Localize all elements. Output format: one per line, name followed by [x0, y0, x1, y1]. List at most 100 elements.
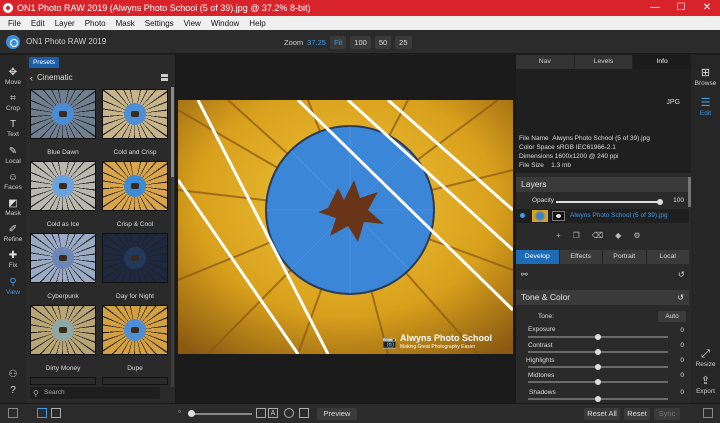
contrast-value[interactable]: 0	[668, 342, 684, 349]
account-button[interactable]: ⚇	[0, 369, 26, 381]
camera-settings-icon[interactable]: ⚯	[521, 270, 528, 279]
tab-info[interactable]: Info	[633, 55, 693, 69]
zoom-out-icon[interactable]: ▫	[178, 407, 181, 416]
delete-layer-icon[interactable]: ⌫	[592, 231, 603, 240]
help-button[interactable]: ?	[0, 385, 26, 397]
merge-layer-icon[interactable]: ◆	[615, 231, 621, 240]
duplicate-layer-icon[interactable]: ❐	[573, 231, 580, 240]
zoom-in-icon[interactable]	[256, 408, 266, 418]
auto-tone-button[interactable]: Auto	[658, 311, 686, 322]
module-export[interactable]: ⇪ Export	[691, 375, 720, 395]
on1-logo-icon[interactable]	[6, 34, 20, 49]
add-layer-icon[interactable]: +	[556, 231, 561, 240]
presets-tab[interactable]: Presets	[29, 57, 59, 68]
tab-effects[interactable]: Effects	[559, 250, 602, 264]
before-after-icon[interactable]	[299, 408, 309, 418]
maximize-button[interactable]: ☐	[668, 0, 694, 16]
tool-faces[interactable]: ☺ Faces	[0, 172, 26, 191]
slider-knob[interactable]	[595, 379, 601, 385]
presets-scrollbar[interactable]	[171, 87, 174, 387]
close-button[interactable]: ✕	[694, 0, 720, 16]
tone-color-header[interactable]: Tone & Color ↺	[516, 290, 689, 305]
menu-view[interactable]: View	[179, 19, 206, 28]
slider-knob[interactable]	[188, 410, 195, 417]
menu-edit[interactable]: Edit	[26, 19, 50, 28]
menu-file[interactable]: File	[3, 19, 26, 28]
contrast-slider[interactable]	[528, 349, 668, 355]
slider-knob[interactable]	[595, 349, 601, 355]
chevron-left-icon[interactable]: ‹	[30, 73, 33, 83]
sync-button[interactable]: Sync	[654, 408, 680, 420]
layer-settings-icon[interactable]: ⚙	[633, 231, 640, 240]
preset-thumb-cold-and-crisp[interactable]	[102, 89, 168, 139]
preset-thumb-day-for-night[interactable]	[102, 233, 168, 283]
preset-search-input[interactable]: ⚲ Search	[30, 387, 160, 399]
tool-text[interactable]: T Text	[0, 119, 26, 138]
zoom-fit-button[interactable]: Fit	[329, 36, 347, 49]
slider-knob[interactable]	[595, 364, 601, 370]
preview-button[interactable]: Preview	[317, 408, 357, 420]
image-canvas[interactable]: 📷 Alwyns Photo School Making Great Photo…	[176, 55, 515, 403]
layer-row[interactable]: Alwyns Photo School (5 of 39).jpg	[516, 209, 689, 223]
exposure-slider[interactable]	[528, 334, 668, 340]
tab-levels[interactable]: Levels	[575, 55, 634, 69]
module-browse[interactable]: ⊞ Browse	[691, 67, 720, 87]
menu-mask[interactable]: Mask	[111, 19, 140, 28]
midtones-slider[interactable]	[528, 379, 668, 385]
module-resize[interactable]: ⤢ Resize	[691, 348, 720, 368]
single-view-icon[interactable]	[37, 408, 47, 418]
midtones-value[interactable]: 0	[668, 372, 684, 379]
shadows-value[interactable]: 0	[668, 389, 684, 396]
tab-develop[interactable]: Develop	[516, 250, 559, 264]
opacity-slider[interactable]	[556, 199, 663, 205]
layers-header[interactable]: Layers	[516, 177, 689, 192]
develop-reset-icon[interactable]: ↺	[678, 270, 685, 279]
highlights-value[interactable]: 0	[668, 357, 684, 364]
exposure-value[interactable]: 0	[668, 327, 684, 334]
preset-thumb-cyberpunk[interactable]	[30, 233, 96, 283]
minimize-button[interactable]: —	[642, 0, 668, 16]
reset-all-button[interactable]: Reset All	[584, 408, 620, 420]
zoom-100-button[interactable]: 100	[350, 36, 371, 49]
menu-window[interactable]: Window	[206, 19, 244, 28]
menu-layer[interactable]: Layer	[50, 19, 80, 28]
opacity-value[interactable]: 100	[668, 197, 684, 204]
zoom-value[interactable]: 37.25	[307, 38, 326, 47]
opacity-knob[interactable]	[657, 199, 663, 205]
layer-visibility-icon[interactable]	[520, 213, 525, 218]
tool-view[interactable]: ⚲ View	[0, 277, 26, 296]
alert-overlay-icon[interactable]: A	[268, 408, 278, 418]
mask-view-icon[interactable]	[284, 408, 294, 418]
compare-view-icon[interactable]	[51, 408, 61, 418]
toggle-left-panel-icon[interactable]	[8, 408, 18, 418]
tool-crop[interactable]: ⌗ Crop	[0, 93, 26, 112]
layer-mask-icon[interactable]	[552, 211, 565, 221]
thumbnail-size-slider[interactable]	[188, 410, 252, 417]
tool-local[interactable]: ✎ Local	[0, 146, 26, 165]
slider-knob[interactable]	[595, 334, 601, 340]
tab-nav[interactable]: Nav	[516, 55, 575, 69]
tool-refine[interactable]: ✐ Refine	[0, 224, 26, 243]
shadows-slider[interactable]	[528, 396, 668, 402]
preset-thumb-cold-as-ice[interactable]	[30, 161, 96, 211]
tab-local[interactable]: Local	[646, 250, 689, 264]
grid-view-icon[interactable]	[161, 74, 168, 81]
reset-button[interactable]: Reset	[624, 408, 650, 420]
menu-photo[interactable]: Photo	[80, 19, 111, 28]
tab-portrait[interactable]: Portrait	[603, 250, 646, 264]
highlights-slider[interactable]	[528, 364, 668, 370]
slider-knob[interactable]	[595, 396, 601, 402]
preset-category-header[interactable]: ‹ Cinematic	[26, 71, 176, 84]
tool-fix[interactable]: ✚ Fix	[0, 250, 26, 269]
tool-move[interactable]: ✥ Move	[0, 67, 26, 86]
menu-settings[interactable]: Settings	[140, 19, 179, 28]
menu-help[interactable]: Help	[244, 19, 270, 28]
preset-thumb-dupe[interactable]	[102, 305, 168, 355]
preset-thumb-dirty-money[interactable]	[30, 305, 96, 355]
preset-thumb-blue-dawn[interactable]	[30, 89, 96, 139]
tool-mask[interactable]: ◩ Mask	[0, 198, 26, 217]
tone-reset-icon[interactable]: ↺	[677, 290, 684, 305]
zoom-25-button[interactable]: 25	[395, 36, 412, 49]
module-edit[interactable]: ☰ Edit	[691, 97, 720, 117]
preset-thumb-partial[interactable]	[30, 377, 96, 385]
